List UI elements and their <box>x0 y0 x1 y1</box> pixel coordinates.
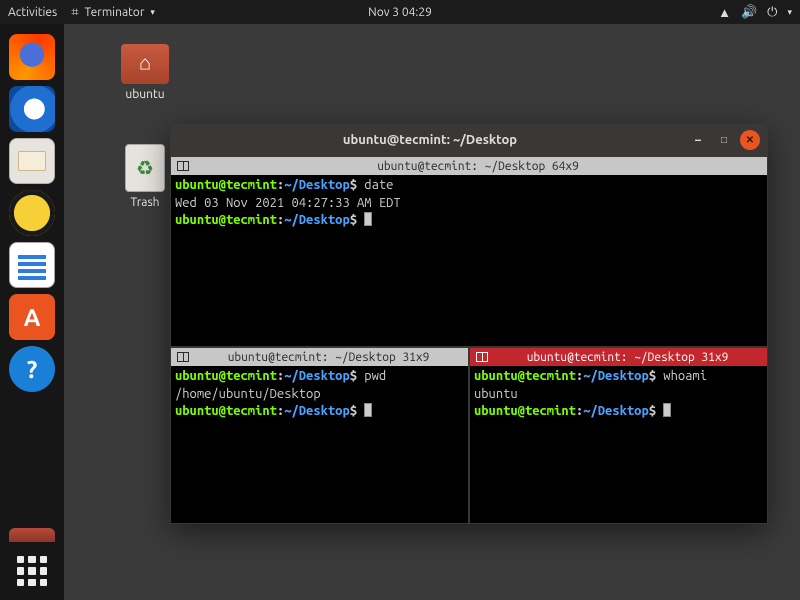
terminal-body-top[interactable]: ubuntu@tecmint:~/Desktop$ date Wed 03 No… <box>171 175 767 346</box>
dock-thunderbird[interactable] <box>9 86 55 132</box>
dock-partial-icon[interactable] <box>9 528 55 542</box>
terminator-app-icon: ⌗ <box>71 5 78 20</box>
desktop-icon-home-label: ubuntu <box>110 88 180 101</box>
window-titlebar[interactable]: ubuntu@tecmint: ~/Desktop <box>170 124 768 156</box>
home-folder-icon <box>121 44 169 84</box>
pane-tab-right[interactable]: ubuntu@tecmint: ~/Desktop 31x9 <box>470 348 767 366</box>
pane-tab-right-label: ubuntu@tecmint: ~/Desktop 31x9 <box>494 351 761 364</box>
terminator-window: ubuntu@tecmint: ~/Desktop ubuntu@tecmint… <box>170 124 768 524</box>
terminal-pane-right[interactable]: ubuntu@tecmint: ~/Desktop 31x9 ubuntu@te… <box>469 347 768 524</box>
window-close-button[interactable] <box>740 130 760 150</box>
cursor <box>364 212 372 226</box>
pane-tab-left[interactable]: ubuntu@tecmint: ~/Desktop 31x9 <box>171 348 468 366</box>
activities-button[interactable]: Activities <box>8 6 57 19</box>
dock-writer[interactable] <box>9 242 55 288</box>
window-maximize-button[interactable] <box>714 130 734 150</box>
desktop-icon-home[interactable]: ubuntu <box>110 44 180 101</box>
dock-firefox[interactable] <box>9 34 55 80</box>
split-layout-icon <box>177 352 189 362</box>
dock-files[interactable] <box>9 138 55 184</box>
pane-tab-left-label: ubuntu@tecmint: ~/Desktop 31x9 <box>195 351 462 364</box>
gnome-topbar: Activities ⌗ Terminator ▾ Nov 3 04:29 ▲ … <box>0 0 800 24</box>
show-applications-button[interactable] <box>9 548 55 594</box>
pane-tab-top-label: ubuntu@tecmint: ~/Desktop 64x9 <box>195 160 761 173</box>
window-title: ubuntu@tecmint: ~/Desktop <box>178 133 682 147</box>
dock: ? <box>0 24 64 600</box>
cursor <box>663 403 671 417</box>
window-minimize-button[interactable] <box>688 130 708 150</box>
split-layout-icon <box>476 352 488 362</box>
network-icon[interactable]: ▲ <box>718 5 731 20</box>
power-icon[interactable]: ⏻ <box>767 5 777 20</box>
trash-icon: ♻ <box>125 144 165 192</box>
app-menu[interactable]: ⌗ Terminator ▾ <box>71 5 155 20</box>
chevron-down-icon: ▾ <box>150 7 155 18</box>
volume-icon[interactable]: 🔊 <box>741 5 757 20</box>
system-menu-chevron-icon[interactable]: ▾ <box>787 7 792 18</box>
terminal-body-left[interactable]: ubuntu@tecmint:~/Desktop$ pwd /home/ubun… <box>171 366 468 523</box>
terminal-pane-top[interactable]: ubuntu@tecmint: ~/Desktop 64x9 ubuntu@te… <box>170 156 768 347</box>
cursor <box>364 403 372 417</box>
split-layout-icon <box>177 161 189 171</box>
terminal-pane-left[interactable]: ubuntu@tecmint: ~/Desktop 31x9 ubuntu@te… <box>170 347 469 524</box>
pane-tab-top[interactable]: ubuntu@tecmint: ~/Desktop 64x9 <box>171 157 767 175</box>
terminal-body-right[interactable]: ubuntu@tecmint:~/Desktop$ whoami ubuntu … <box>470 366 767 523</box>
dock-help[interactable]: ? <box>9 346 55 392</box>
dock-rhythmbox[interactable] <box>9 190 55 236</box>
app-menu-label: Terminator <box>85 6 145 19</box>
dock-software[interactable] <box>9 294 55 340</box>
clock[interactable]: Nov 3 04:29 <box>368 6 432 19</box>
